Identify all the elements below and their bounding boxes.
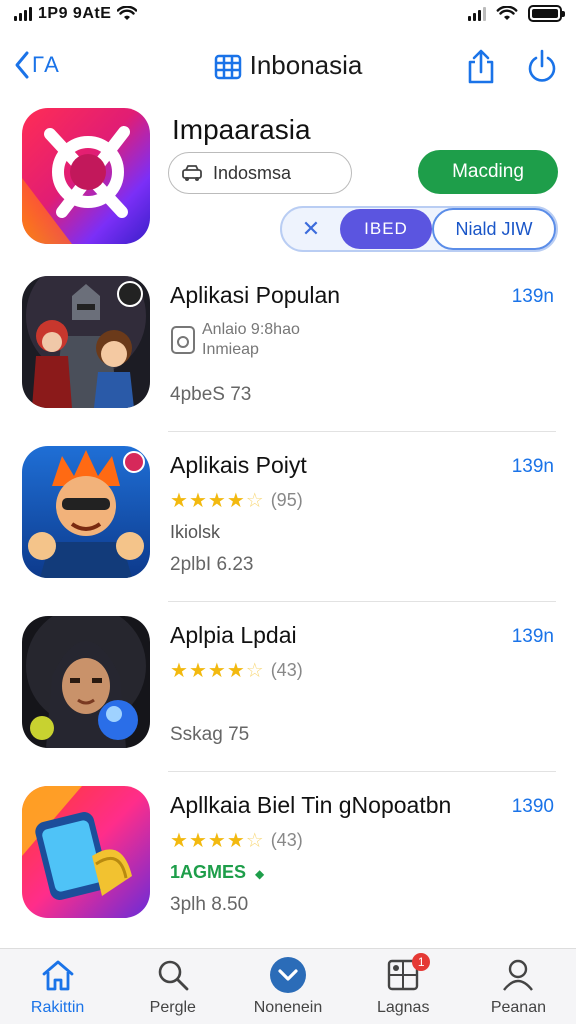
tab-bar: Rakittin Pergle Nonenein 1 Lagnas Peanan <box>0 948 576 1024</box>
item-title: Aplikais Poiyt <box>170 452 307 478</box>
app-logo-icon <box>22 108 150 244</box>
segment-active-tab[interactable]: IBED <box>340 209 432 249</box>
person-icon <box>503 959 534 991</box>
star-rating: ★ ★ ★ ★ ☆ (43) <box>170 830 303 851</box>
star-half-icon: ☆ <box>245 829 264 852</box>
item-subtitle-text: 1AGMES <box>170 862 247 882</box>
list-item[interactable]: Apllkaia Biel Tin gNopoatbn 1390 ★ ★ ★ ★… <box>0 772 576 942</box>
search-icon <box>158 960 189 991</box>
ghost-line-1: Anlaio 9:8hao <box>202 321 300 338</box>
store-icon <box>214 54 241 79</box>
segment-control: ✕ IBED Niald JIW <box>280 206 558 252</box>
item-price-button[interactable]: 1390 <box>512 796 554 818</box>
power-icon[interactable] <box>526 48 558 84</box>
item-meta: Sskag 75 <box>170 724 250 745</box>
star-half-icon: ☆ <box>245 489 264 512</box>
item-subtitle: Ikiolsk <box>170 522 221 542</box>
tab-home[interactable]: Rakittin <box>0 949 115 1024</box>
star-icon: ★ <box>226 829 245 852</box>
nav-actions <box>466 48 558 84</box>
item-price-button[interactable]: 139n <box>512 286 554 308</box>
get-button[interactable]: Macding <box>418 150 558 194</box>
app-search-text: Indosmsa <box>213 162 292 183</box>
item-meta: 2plbI 6.23 <box>170 554 254 575</box>
rating-count: (95) <box>270 490 303 510</box>
star-icon: ★ <box>188 489 207 512</box>
tab-profile[interactable]: Peanan <box>461 949 576 1024</box>
game-hooded-icon <box>22 616 150 748</box>
item-meta: 3plh 8.50 <box>170 894 249 915</box>
star-icon: ★ <box>207 489 226 512</box>
item-title: Apllkaia Biel Tin gNopoatbn <box>170 792 452 818</box>
item-price-button[interactable]: 139n <box>512 456 554 478</box>
app-list: Aplikasi Populan 139n Anlaio 9:8hao Inmi… <box>0 262 576 942</box>
phone-app-icon <box>22 786 150 918</box>
signal-icon <box>14 7 32 21</box>
star-icon: ★ <box>170 489 188 512</box>
star-rating: ★ ★ ★ ★ ☆ (95) <box>170 490 303 511</box>
list-item[interactable]: Aplpia Lpdai 139n ★ ★ ★ ★ ☆ (43) Sskag 7… <box>0 602 576 772</box>
car-icon <box>182 165 202 181</box>
nav-bar: ΓA Inbonasia <box>0 40 576 96</box>
app-name: Impaarasia <box>172 114 311 145</box>
tab-label: Lagnas <box>376 999 430 1016</box>
star-icon: ★ <box>207 829 226 852</box>
page-title: Inbonasia <box>249 50 363 80</box>
tab-updates[interactable]: Nonenein <box>230 949 345 1024</box>
star-icon: ★ <box>188 659 207 682</box>
segment-close-button[interactable]: ✕ <box>282 216 340 242</box>
item-subtitle: 1AGMES ◆ <box>170 862 264 883</box>
wifi-icon <box>117 6 138 20</box>
star-icon: ★ <box>226 489 245 512</box>
signal-icon-right <box>468 6 486 21</box>
ghost-line-2: Inmieap <box>202 341 259 358</box>
document-icon <box>171 326 195 354</box>
status-left: 1P9 9AtE <box>14 5 138 23</box>
home-icon <box>42 960 73 991</box>
item-title: Aplikasi Populan <box>170 282 341 308</box>
battery-icon <box>528 5 565 22</box>
tab-label: Nonenein <box>253 999 323 1016</box>
star-icon: ★ <box>170 829 188 852</box>
star-icon: ★ <box>207 659 226 682</box>
chevron-down-circle-icon <box>270 957 306 993</box>
star-icon: ★ <box>226 659 245 682</box>
star-icon: ★ <box>188 829 207 852</box>
tab-label: Rakittin <box>30 999 85 1016</box>
item-title: Aplpia Lpdai <box>170 622 297 648</box>
game-hero-icon <box>22 446 150 578</box>
item-meta: 4pbeS 73 <box>170 384 252 405</box>
wifi-icon-right <box>496 5 518 20</box>
notification-badge: 1 <box>412 953 431 971</box>
tab-arcade[interactable]: 1 Lagnas <box>346 949 461 1024</box>
star-rating: ★ ★ ★ ★ ☆ (43) <box>170 660 303 681</box>
item-price-button[interactable]: 139n <box>512 626 554 648</box>
rating-count: (43) <box>270 830 303 850</box>
tab-label: Peanan <box>490 999 546 1016</box>
list-item[interactable]: Aplikasi Populan 139n Anlaio 9:8hao Inmi… <box>0 262 576 432</box>
tab-label: Pergle <box>149 999 196 1016</box>
share-icon[interactable] <box>466 48 496 84</box>
segment-other-tab[interactable]: Niald JIW <box>432 208 556 250</box>
star-half-icon: ☆ <box>245 659 264 682</box>
status-right <box>468 5 565 22</box>
app-header: Impaarasia Indosmsa Macding ✕ IBED Niald… <box>0 108 576 258</box>
game-heroes-icon <box>22 276 150 408</box>
star-icon: ★ <box>170 659 188 682</box>
list-item[interactable]: Aplikais Poiyt 139n ★ ★ ★ ★ ☆ (95) Ikiol… <box>0 432 576 602</box>
diamond-icon: ◆ <box>255 867 265 881</box>
tab-search[interactable]: Pergle <box>115 949 230 1024</box>
status-bar: 1P9 9AtE <box>0 0 576 30</box>
item-info-ghost: Anlaio 9:8hao Inmieap <box>170 320 300 360</box>
rating-count: (43) <box>270 660 303 680</box>
status-time: 1P9 9AtE <box>38 5 112 22</box>
app-search-pill[interactable]: Indosmsa <box>168 152 352 194</box>
